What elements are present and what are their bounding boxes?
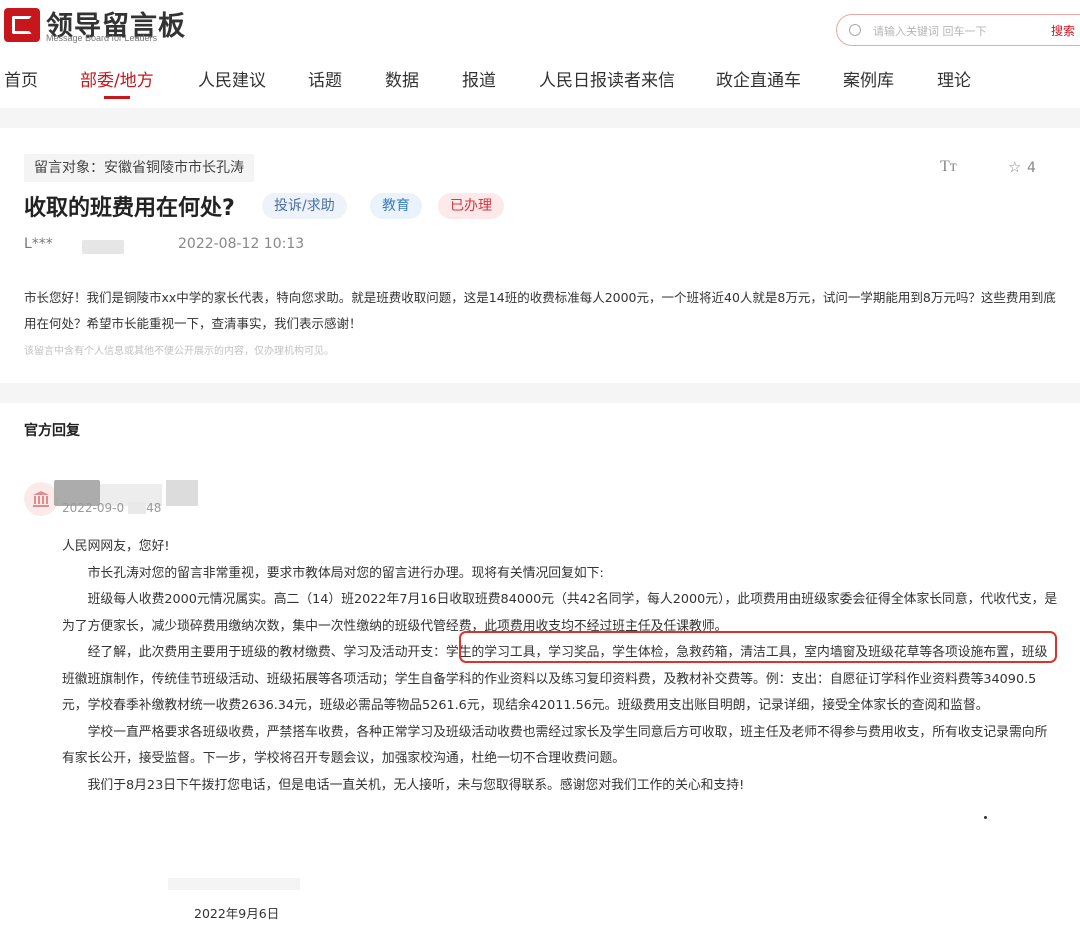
search-bar: 搜索 (836, 14, 1080, 46)
nav-item-data[interactable]: 数据 (385, 66, 419, 91)
nav-item-theory[interactable]: 理论 (937, 66, 971, 91)
favorite-count: 4 (1027, 160, 1036, 176)
nav-item-topics[interactable]: 话题 (308, 66, 342, 91)
tag-education[interactable]: 教育 (370, 193, 422, 219)
stray-dot (984, 816, 987, 819)
reply-paragraph: 我们于8月23日下午拨打您电话，但是电话一直关机，无人接听，未与您取得联系。感谢… (87, 777, 745, 793)
signature-date: 2022年9月6日 (194, 906, 280, 921)
nav-item-enterprise[interactable]: 政企直通车 (716, 66, 801, 91)
highlight-annotation (459, 631, 1057, 663)
privacy-note: 该留言中含有个人信息或其他不便公开展示的内容，仅办理机构可见。 (24, 346, 334, 357)
reply-paragraph: 学校一直严格要求各班级收费，严禁搭车收费，各种正常学习及班级活动收费也需经过家长… (62, 724, 1048, 767)
nav-item-home[interactable]: 首页 (4, 66, 38, 91)
logo-icon[interactable] (4, 8, 40, 42)
nav-active-indicator (104, 96, 130, 99)
message-target: 留言对象：安徽省铜陵市市长孔涛 (24, 154, 254, 182)
reply-greeting: 人民网网友，您好! (62, 539, 170, 554)
nav-item-reader-letters[interactable]: 人民日报读者来信 (539, 66, 675, 91)
reply-paragraph: 市长孔涛对您的留言非常重视，要求市教体局对您的留言进行办理。现将有关情况回复如下… (87, 565, 604, 581)
star-icon[interactable]: ☆ (1008, 158, 1021, 176)
nav-item-reports[interactable]: 报道 (462, 66, 496, 91)
reply-time: 2022-09-0 48 (62, 501, 162, 515)
nav-item-cases[interactable]: 案例库 (843, 66, 894, 91)
nav-item-ministries[interactable]: 部委/地方 (80, 66, 154, 91)
government-building-icon (24, 482, 58, 516)
status-badge: 已办理 (438, 193, 504, 219)
reply-body: 人民网网友，您好! 市长孔涛对您的留言非常重视，要求市教体局对您的留言进行办理。… (62, 534, 1058, 799)
reply-section-title: 官方回复 (24, 423, 80, 439)
search-icon (849, 24, 861, 36)
message-title: 收取的班费用在何处? (24, 196, 235, 221)
redacted-block (128, 502, 146, 514)
redacted-block (166, 480, 198, 506)
post-time: 2022-08-12 10:13 (178, 236, 305, 252)
message-content: 市长您好！我们是铜陵市xx中学的家长代表，特向您求助。就是班费收取问题，这是14… (24, 290, 1056, 331)
redacted-block (82, 240, 124, 254)
section-divider (0, 383, 1080, 403)
nav-item-suggestions[interactable]: 人民建议 (198, 66, 266, 91)
search-button[interactable]: 搜索 (1051, 22, 1075, 39)
section-divider (0, 108, 1080, 128)
redacted-block (168, 878, 300, 890)
search-input[interactable] (873, 21, 1043, 41)
font-size-icon[interactable]: Tт (940, 158, 957, 176)
main-nav: 首页 部委/地方 人民建议 话题 数据 报道 人民日报读者来信 政企直通车 案例… (0, 66, 1080, 102)
author-name: L*** (24, 236, 53, 252)
tag-complaint[interactable]: 投诉/求助 (262, 193, 347, 219)
logo-subtitle: Message Board for Leaders (46, 33, 158, 43)
